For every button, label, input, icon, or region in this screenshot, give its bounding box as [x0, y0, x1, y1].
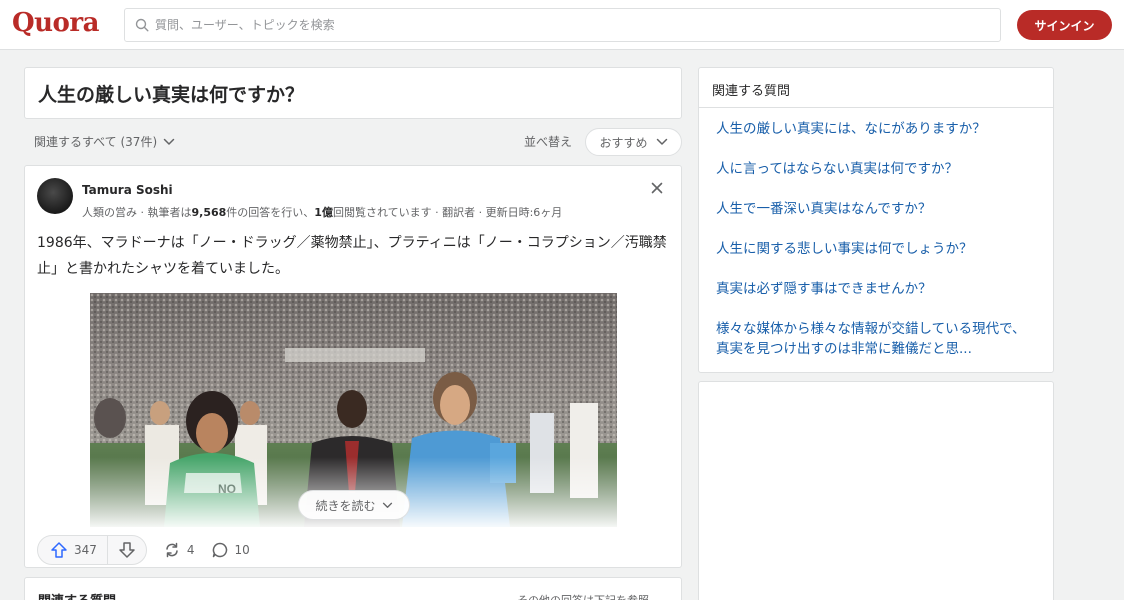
- sidebar-title: 関連する質問: [712, 84, 791, 99]
- comment-button[interactable]: 10: [211, 541, 250, 559]
- read-more-button[interactable]: 続きを読む: [298, 490, 410, 520]
- share-count: 4: [186, 543, 195, 557]
- top-navigation-bar: Quora サインイン: [0, 0, 1124, 50]
- vote-pill: 347: [37, 535, 147, 565]
- sort-label: 並べ替え: [524, 135, 573, 149]
- sidebar-ad-placeholder: [698, 381, 1054, 600]
- question-card: 人生の厳しい真実は何ですか？: [24, 67, 682, 119]
- search-icon: [135, 18, 149, 32]
- chevron-down-icon: [163, 138, 175, 145]
- search-input[interactable]: [155, 18, 955, 32]
- credential-mid: 件の回答を行い、: [226, 206, 315, 219]
- answer-text: 1986年、マラドーナは「ノー・ドラッグ／薬物禁止」、プラティニは「ノー・コラプ…: [37, 235, 667, 277]
- sidebar-related-questions: 関連する質問 人生の厳しい真実には、なにがありますか？ 人に言ってはならない真実…: [698, 67, 1054, 373]
- upvote-button[interactable]: 347: [38, 536, 108, 564]
- related-question-link[interactable]: 人に言ってはならない真実は何ですか？: [716, 159, 1036, 179]
- downvote-button[interactable]: [108, 536, 146, 564]
- sort-dropdown[interactable]: おすすめ: [585, 128, 682, 156]
- related-questions-card: 関連する質問 その他の回答は下記を参照: [24, 577, 682, 600]
- downvote-arrow-icon: [119, 542, 135, 558]
- quora-logo[interactable]: Quora: [12, 8, 99, 38]
- search-box[interactable]: [124, 8, 1001, 42]
- comment-count: 10: [234, 543, 250, 557]
- sidebar-header: 関連する質問: [699, 68, 1053, 108]
- chevron-down-icon: [656, 138, 667, 145]
- related-question-link[interactable]: 人生で一番深い真実はなんですか？: [716, 199, 1036, 219]
- comment-icon: [212, 542, 227, 558]
- question-title: 人生の厳しい真実は何ですか？: [38, 84, 305, 106]
- view-count: 1億: [314, 206, 333, 219]
- answer-count: 9,568: [191, 206, 227, 219]
- related-all-filter[interactable]: 関連するすべて (37件): [34, 133, 175, 150]
- author-avatar[interactable]: [37, 178, 73, 214]
- share-button[interactable]: 4: [163, 541, 195, 559]
- author-name[interactable]: Tamura Soshi: [82, 183, 173, 197]
- signin-button[interactable]: サインイン: [1017, 10, 1112, 40]
- author-credential: 人類の営み · 執筆者は9,568件の回答を行い、1億回閲覧されています · 翻…: [82, 204, 562, 220]
- sort-value: おすすめ: [599, 135, 648, 150]
- related-question-link[interactable]: 真実は必ず隠す事はできませんか？: [716, 279, 1036, 299]
- upvote-arrow-icon: [51, 542, 67, 558]
- share-icon: [166, 542, 178, 558]
- related-all-label: 関連するすべて (37件): [34, 135, 158, 149]
- credential-suffix: 回閲覧されています · 翻訳者 · 更新日時:6ヶ月: [332, 206, 563, 219]
- related-question-link[interactable]: 人生に関する悲しい事実は何でしょうか？: [716, 239, 1036, 259]
- upvote-count: 347: [74, 543, 97, 557]
- chevron-down-icon: [382, 502, 392, 508]
- related-question-link[interactable]: 様々な媒体から様々な情報が交錯している現代で、真実を見つけ出すのは非常に難儀だと…: [716, 319, 1036, 359]
- answer-card: Tamura Soshi 人類の営み · 執筆者は9,568件の回答を行い、1億…: [24, 165, 682, 568]
- read-more-label: 続きを読む: [315, 498, 376, 513]
- credential-prefix: 人類の営み · 執筆者は: [82, 206, 192, 219]
- close-icon[interactable]: [649, 180, 665, 196]
- answer-actions: 347 4 10: [37, 535, 250, 565]
- related-question-link[interactable]: 人生の厳しい真実には、なにがありますか？: [716, 119, 1036, 139]
- related-questions-title: 関連する質問: [38, 590, 116, 600]
- see-other-answers-link[interactable]: その他の回答は下記を参照: [517, 592, 649, 600]
